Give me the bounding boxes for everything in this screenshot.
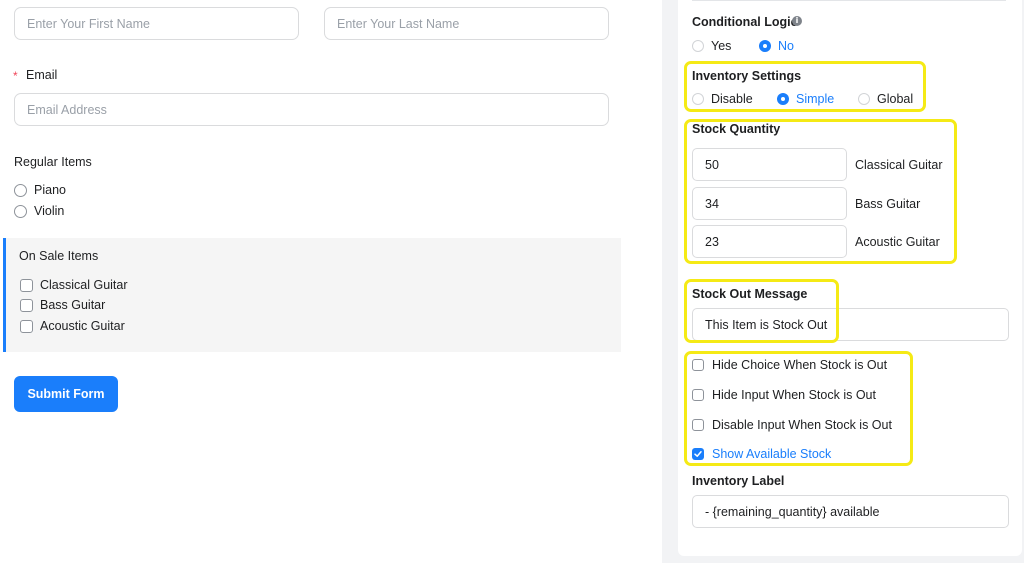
email-label: Email [26,68,58,82]
stock-quantity-item-label: Acoustic Guitar [855,235,940,249]
option-hide-choice-when-stock-out[interactable]: Hide Choice When Stock is Out [692,358,887,372]
stock-quantity-item-label: Bass Guitar [855,197,921,211]
radio-option-label: Yes [711,39,732,53]
info-icon[interactable]: i [792,16,802,26]
on-sale-items-label: On Sale Items [19,249,99,263]
submit-form-button[interactable]: Submit Form [14,376,118,412]
conditional-logic-yes[interactable]: Yes [692,39,731,53]
conditional-logic-no[interactable]: No [759,39,794,53]
radio-selected-icon[interactable] [759,40,771,52]
checkbox-option-label: Show Available Stock [712,447,832,461]
checkbox-icon[interactable] [20,298,33,312]
email-input[interactable] [14,93,609,126]
option-hide-input-when-stock-out[interactable]: Hide Input When Stock is Out [692,388,876,402]
checkbox-icon[interactable] [692,419,704,431]
inventory-option-disable[interactable]: Disable [692,92,753,106]
radio-option-piano[interactable]: Piano [14,183,66,197]
stock-out-message-label: Stock Out Message [692,287,808,301]
stock-quantity-item-label: Classical Guitar [855,158,943,172]
checkmark-icon[interactable] [692,448,704,460]
radio-option-label: Simple [796,92,835,106]
checkbox-icon[interactable] [692,359,704,371]
radio-option-violin[interactable]: Violin [14,204,64,218]
divider [692,0,1006,1]
radio-circle-icon[interactable] [14,183,27,197]
inventory-label-input[interactable] [692,495,1009,528]
checkbox-option-label: Disable Input When Stock is Out [712,418,892,432]
first-name-input[interactable] [14,7,299,40]
option-show-available-stock[interactable]: Show Available Stock [692,447,831,461]
stock-quantity-label: Stock Quantity [692,122,781,136]
inventory-settings-label: Inventory Settings [692,69,802,83]
radio-circle-icon[interactable] [692,93,704,105]
checkbox-option-label: Hide Choice When Stock is Out [712,358,888,372]
checkbox-option-label: Classical Guitar [40,278,128,292]
radio-circle-icon[interactable] [858,93,870,105]
stock-quantity-input-classical-guitar[interactable] [692,148,847,181]
radio-circle-icon[interactable] [692,40,704,52]
conditional-logic-label: Conditional Logic [692,15,798,29]
inventory-label-title: Inventory Label [692,474,785,488]
radio-circle-icon[interactable] [14,204,27,218]
checkbox-icon[interactable] [692,389,704,401]
option-disable-input-when-stock-out[interactable]: Disable Input When Stock is Out [692,418,892,432]
stock-out-message-input[interactable] [692,308,1009,341]
radio-option-label: Disable [711,92,753,106]
regular-items-label: Regular Items [14,155,92,169]
inventory-option-simple[interactable]: Simple [777,92,834,106]
checkbox-option-label: Bass Guitar [40,298,106,312]
radio-option-label: No [778,39,794,53]
stock-quantity-input-bass-guitar[interactable] [692,187,847,220]
radio-option-label: Piano [34,183,66,197]
checkbox-icon[interactable] [20,319,33,333]
checkbox-option-label: Acoustic Guitar [40,319,125,333]
on-sale-items-section: On Sale Items Classical Guitar Bass Guit… [3,238,621,352]
inventory-option-global[interactable]: Global [858,92,913,106]
last-name-input[interactable] [324,7,609,40]
radio-selected-icon[interactable] [777,93,789,105]
checkbox-icon[interactable] [20,278,33,292]
checkbox-option-acoustic-guitar[interactable]: Acoustic Guitar [20,319,125,333]
settings-card [678,0,1022,556]
radio-option-label: Global [877,92,914,106]
form-preview: * Email Regular Items Piano Violin On Sa… [0,0,662,563]
checkbox-option-label: Hide Input When Stock is Out [712,388,876,402]
checkbox-option-classical-guitar[interactable]: Classical Guitar [20,278,128,292]
checkbox-option-bass-guitar[interactable]: Bass Guitar [20,298,105,312]
stock-quantity-input-acoustic-guitar[interactable] [692,225,847,258]
required-asterisk: * [13,69,18,83]
radio-option-label: Violin [34,204,65,218]
